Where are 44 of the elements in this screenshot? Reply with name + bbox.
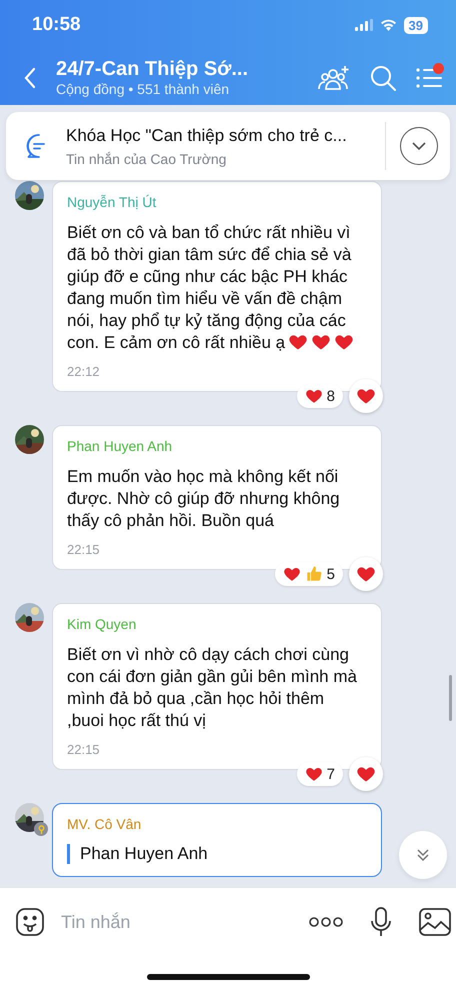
heart-icon bbox=[304, 765, 323, 783]
react-button[interactable] bbox=[349, 557, 383, 591]
message-time: 22:15 bbox=[67, 742, 101, 757]
heart-icon bbox=[304, 387, 323, 405]
reaction-count[interactable]: 8 bbox=[296, 384, 343, 408]
message-text: Em muốn vào học mà không kết nối được. Nhờ cô giúp đỡ nhưng không thấy cô phản hồi. Buồn quá bbox=[67, 466, 341, 532]
pinned-title: Khóa Học "Can thiệp sớm cho trẻ c... bbox=[66, 126, 348, 146]
status-time: 10:58 bbox=[32, 14, 81, 36]
more-icon[interactable] bbox=[309, 916, 343, 928]
reaction-number: 7 bbox=[326, 766, 335, 782]
search-icon[interactable] bbox=[370, 64, 396, 90]
heart-icon bbox=[282, 565, 301, 583]
message-text: Biết ơn cô và ban tổ chức rất nhiều vì đã bỏ thời gian tâm sức để chia sẻ và giúp đỡ e cũng như các bậc PH khác đang muốn tìm hiểu về vấn đề chậm nói, hay phổ tự kỷ tăng động của các con. E cảm ơn cô rất nhiều ạ bbox=[67, 222, 357, 354]
group-subtitle: Cộng đồng • 551 thành viên bbox=[56, 81, 230, 97]
sender-name: Phan Huyen Anh bbox=[67, 438, 174, 454]
scrollbar bbox=[449, 675, 452, 721]
double-chevron-icon bbox=[415, 847, 431, 863]
microphone-icon[interactable] bbox=[371, 907, 391, 937]
sender-name: Kim Quyen bbox=[67, 616, 138, 632]
message-time: 22:12 bbox=[67, 364, 101, 379]
image-icon[interactable] bbox=[419, 908, 451, 936]
expand-button[interactable] bbox=[400, 127, 438, 165]
back-button[interactable] bbox=[24, 66, 36, 88]
sticker-icon[interactable] bbox=[15, 907, 45, 937]
reaction-number: 8 bbox=[326, 388, 335, 404]
chevron-down-icon bbox=[411, 141, 427, 151]
sender-name: MV. Cô Vân bbox=[67, 816, 142, 832]
wifi-icon bbox=[380, 19, 397, 31]
message-text: Biết ơn vì nhờ cô dạy cách chơi cùng con cái đơn giản gần gủi bên mình mà mình đả bỏ qua ,cần học hỏi thêm ,buoi học rất thú vị bbox=[67, 644, 357, 732]
pinned-subtitle: Tin nhắn của Cao Trường bbox=[66, 150, 228, 166]
sender-name: Nguyễn Thị Út bbox=[67, 194, 158, 210]
add-member-icon[interactable] bbox=[318, 64, 350, 90]
pinned-message[interactable]: Khóa Học "Can thiệp sớm cho trẻ c... Tin nhắn của Cao Trường bbox=[6, 112, 450, 180]
reaction-number: 5 bbox=[326, 566, 335, 582]
reaction-count[interactable]: 7 bbox=[296, 762, 343, 786]
react-button[interactable] bbox=[349, 379, 383, 413]
react-button[interactable] bbox=[349, 757, 383, 791]
reaction-count[interactable]: 5 bbox=[274, 562, 343, 586]
thumbs-up-icon bbox=[304, 565, 323, 583]
signal-icon bbox=[354, 19, 373, 31]
message-time: 22:15 bbox=[67, 542, 101, 557]
battery-level: 39 bbox=[404, 16, 428, 34]
group-title: 24/7-Can Thiệp Sớ... bbox=[56, 58, 250, 81]
quoted-sender: Phan Huyen Anh bbox=[67, 844, 357, 864]
